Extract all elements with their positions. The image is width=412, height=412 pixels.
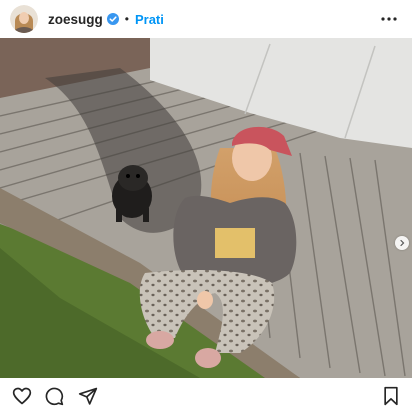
avatar[interactable] (10, 5, 38, 33)
post-header: zoesugg • Prati (0, 0, 412, 38)
verified-badge-icon (106, 13, 119, 25)
separator-dot: • (124, 12, 129, 26)
share-icon[interactable] (78, 386, 98, 406)
follow-button[interactable]: Prati (135, 12, 164, 27)
bookmark-icon[interactable] (381, 386, 401, 406)
next-photo-button[interactable] (395, 236, 409, 250)
post-photo[interactable] (0, 38, 412, 378)
chevron-right-icon (398, 234, 406, 252)
username[interactable]: zoesugg (48, 12, 103, 27)
heart-icon[interactable] (12, 386, 32, 406)
comment-icon[interactable] (44, 386, 64, 406)
more-options-icon[interactable] (380, 10, 398, 28)
post-actions-bar (0, 378, 412, 412)
